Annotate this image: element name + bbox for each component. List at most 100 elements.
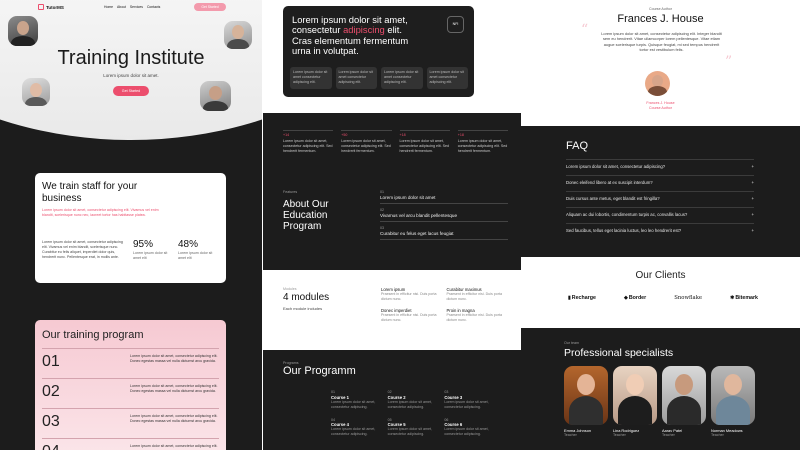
faq-title: FAQ: [566, 140, 589, 152]
quote-mini-card-1: Lorem ipsum dolor sit amet consectetur a…: [290, 67, 332, 89]
hero-title: Training Institute: [57, 47, 205, 69]
author-avatar: [645, 71, 670, 96]
course-5[interactable]: 05 Course 5 Lorem ipsum dolor sit amet, co…: [388, 418, 435, 438]
module-2-text: Praesent in efficitur nisi. Duis porta d…: [446, 292, 502, 301]
stat-2: 48% Lorem ipsum dolor sit amet elit: [178, 239, 218, 261]
logo-text: TutorMS: [46, 4, 64, 10]
course-3[interactable]: 03 Course 3 Lorem ipsum dolor sit amet, co…: [444, 390, 491, 410]
logo[interactable]: TutorMS: [38, 4, 64, 10]
quote-highlight: adipiscing: [343, 24, 385, 36]
faq-item-5[interactable]: Sed faucibus, tellus eget lacinia luctus…: [566, 223, 754, 239]
course-6[interactable]: 06 Course 6 Lorem ipsum dolor sit amet, co…: [444, 418, 491, 438]
program-row-2: 02 Lorem ipsum dolor sit amet, consectet…: [42, 378, 219, 408]
border-icon: ◆: [623, 295, 628, 301]
nav-contacts[interactable]: Contacts: [147, 5, 160, 9]
stat-1-label: Lorem ipsum dolor sit amet elit: [133, 251, 168, 260]
module-3: Donec imperdiet Praesent in efficitur nis…: [381, 308, 441, 323]
author-role: Course Author: [649, 106, 672, 110]
faq-question-2: Donec eleifend libero at ex suscipit int…: [566, 180, 653, 185]
recharge-icon: ▮: [568, 295, 571, 301]
quote-open-icon: “: [581, 22, 589, 38]
number-text-4: Lorem ipsum dolor sit amet, consectetur …: [457, 139, 508, 153]
faq-item-3[interactable]: Duis cursus ante metus, eget blandit est…: [566, 191, 754, 207]
nav-about[interactable]: About: [117, 5, 126, 9]
specialists-section: Our team Professional specialists Emma J…: [521, 328, 800, 450]
number-text-1: Lorem ipsum dolor sit amet, consectetur …: [283, 139, 333, 153]
course-1[interactable]: 01 Course 1 Lorem ipsum dolor sit amet, co…: [331, 390, 378, 410]
specialist-4-photo: [711, 366, 755, 425]
specialist-3[interactable]: Aarav Patel Teacher: [662, 366, 706, 438]
author-text: Lorem ipsum dolor sit amet, consectetur …: [601, 31, 722, 52]
number-item-2: +50 Lorem ipsum dolor sit amet, consecte…: [341, 130, 392, 154]
faq-item-2[interactable]: Donec eleifend libero at ex suscipit int…: [566, 175, 754, 191]
course-2-text: Lorem ipsum dolor sit amet, consectetur …: [387, 399, 432, 409]
specialist-2-photo: [613, 366, 657, 425]
stat-1-value: 95%: [133, 239, 154, 250]
author-kicker: Course Author: [649, 7, 672, 11]
clients-logos: ▮ Recharge ◆ Border Snowflake ✱ Bitemark: [568, 295, 758, 301]
hero-photo-1: [8, 16, 38, 46]
landing-column-2: Lorem ipsum dolor sit amet, consectetur …: [263, 0, 521, 450]
course-1-text: Lorem ipsum dolor sit amet, consectetur …: [331, 399, 376, 409]
training-program-card: Our training program 01 Lorem ipsum dolo…: [35, 320, 226, 450]
quote-line-4: urna in volutpat.: [292, 45, 359, 57]
quote-cards: Lorem ipsum dolor sit amet consectetur a…: [290, 67, 468, 89]
hero-get-started-button[interactable]: Get Started: [113, 86, 149, 96]
specialists-row: Emma Johnson Teacher Lina Rodriguez Teac…: [564, 366, 755, 438]
about-item-2: 02 Vivamus vel arcu blandit pellentesque: [380, 204, 508, 222]
specialists-kicker: Our team: [564, 341, 579, 345]
about-text-2: Vivamus vel arcu blandit pellentesque: [380, 212, 458, 218]
specialist-4[interactable]: Norman Meadows Teacher: [711, 366, 755, 438]
number-tag-3: +18: [399, 133, 406, 137]
about-kicker: Features: [283, 190, 298, 194]
staff-title: We train staff for your business: [42, 181, 138, 204]
program-num-4: 04: [42, 443, 60, 450]
hero-subtitle: Lorem ipsum dolor sit amet.: [103, 73, 159, 78]
top-nav: TutorMS Home About Services Contacts Get…: [0, 0, 262, 14]
about-title: About Our Education Program: [283, 199, 329, 232]
quote-line-2a: consectetur: [292, 24, 344, 36]
course-4-text: Lorem ipsum dolor sit amet, consectetur …: [331, 427, 376, 437]
modules-title: 4 modules: [283, 292, 330, 303]
plus-icon: +: [751, 196, 754, 201]
faq-question-3: Duis cursus ante metus, eget blandit est…: [566, 196, 660, 201]
module-4-text: Praesent in efficitur nisi. Duis porta d…: [446, 312, 502, 322]
modules-section: Modules 4 modules Each module includes L…: [263, 270, 521, 350]
specialist-2[interactable]: Lina Rodriguez Teacher: [613, 366, 657, 438]
course-2[interactable]: 02 Course 2 Lorem ipsum dolor sit amet, co…: [388, 390, 435, 410]
stat-2-label: Lorem ipsum dolor sit amet elit: [178, 251, 213, 260]
logo-icon: [38, 4, 44, 10]
programm-title: Our Programm: [283, 365, 356, 377]
number-item-4: +18 Lorem ipsum dolor sit amet, consecte…: [457, 130, 508, 154]
program-text-4: Lorem ipsum dolor sit amet, consectetur …: [130, 444, 218, 448]
number-text-2: Lorem ipsum dolor sit amet, consectetur …: [341, 139, 391, 153]
staff-body: Lorem ipsum dolor sit amet, consectetur …: [42, 240, 123, 259]
module-1: Lorem ipsum Praesent in efficitur nisi. D…: [381, 287, 441, 302]
clients-title: Our Clients: [635, 270, 686, 281]
number-tag-2: +50: [341, 133, 348, 137]
nav-get-started-button[interactable]: Get Started: [194, 3, 226, 11]
hero-photo-4: [200, 81, 231, 111]
client-logo-1: ▮ Recharge: [568, 295, 596, 301]
bitemark-icon: ✱: [730, 295, 735, 301]
module-4: Proin in magna Praesent in efficitur nisi…: [447, 308, 507, 323]
faq-item-4[interactable]: Aliquam ac dui lobortis, condimentum tur…: [566, 207, 754, 223]
program-text-3: Lorem ipsum dolor sit amet, consectetur …: [130, 414, 218, 423]
modules-grid: Lorem ipsum Praesent in efficitur nisi. D…: [381, 287, 506, 322]
nav-home[interactable]: Home: [104, 5, 113, 9]
about-item-3: 03 Curabitur eu felus eget lacus feugiat: [380, 222, 508, 240]
specialist-1[interactable]: Emma Johnson Teacher: [564, 366, 608, 438]
specialist-1-photo: [564, 366, 608, 425]
course-3-text: Lorem ipsum dolor sit amet, consectetur …: [444, 399, 489, 409]
staff-pink-text: Lorem ipsum dolor sit amet, consectetur …: [42, 208, 159, 217]
client-logo-2: ◆ Border: [624, 295, 646, 301]
faq-item-1[interactable]: Lorem ipsum dolor sit amet, consectetur …: [566, 159, 754, 175]
nav-links: Home About Services Contacts: [104, 5, 160, 9]
plus-icon: +: [751, 228, 754, 233]
client-logo-4-label: Bitemark: [735, 295, 758, 301]
specialists-title: Professional specialists: [564, 347, 674, 359]
nav-services[interactable]: Services: [130, 5, 143, 9]
module-1-text: Praesent in efficitur nisi. Duis porta d…: [381, 292, 437, 301]
course-4[interactable]: 04 Course 4 Lorem ipsum dolor sit amet, co…: [331, 418, 378, 438]
program-row-4: 04 Lorem ipsum dolor sit amet, consectet…: [42, 438, 219, 450]
